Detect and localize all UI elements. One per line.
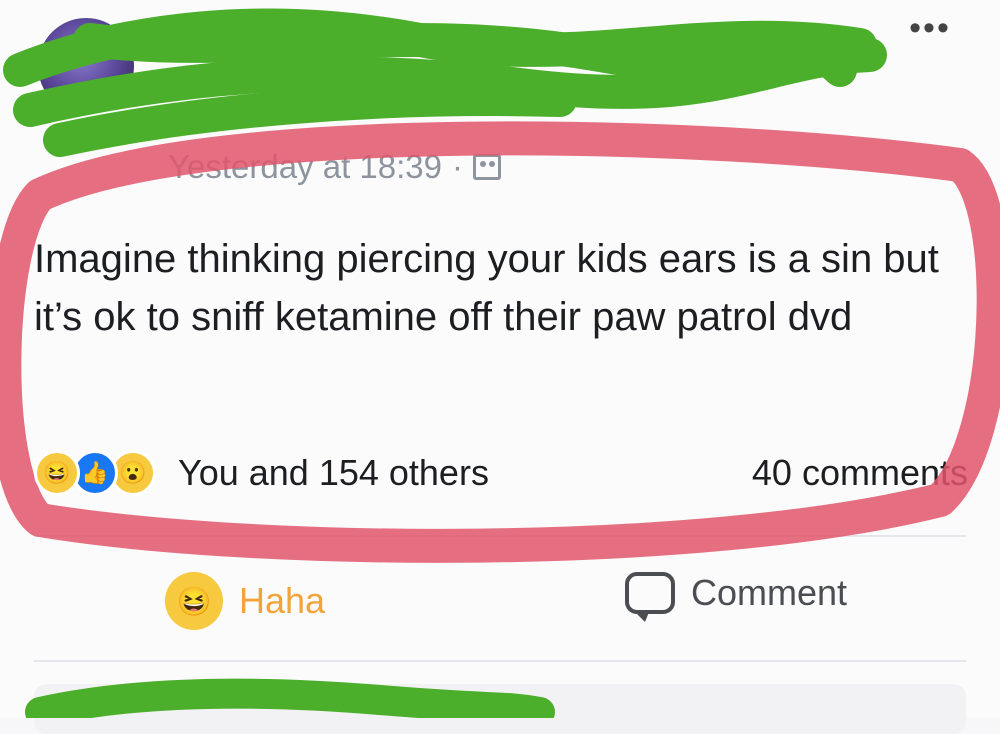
post-card: ••• Yesterday at 18:39 · Imagine thinkin… [0, 0, 1000, 734]
reaction-summary[interactable]: You and 154 others [178, 452, 489, 494]
annotation-overlay [0, 8, 1000, 718]
divider [34, 660, 966, 662]
friends-icon [473, 154, 501, 180]
comment-label: Comment [691, 572, 848, 613]
next-post-preview [34, 684, 966, 734]
more-options-button[interactable]: ••• [895, 11, 965, 48]
comment-bubble-icon [625, 572, 675, 622]
name-redaction-scribble [3, 8, 887, 157]
haha-label: Haha [239, 580, 326, 621]
haha-reaction-button[interactable]: 😆 Haha [165, 572, 325, 630]
post-timestamp[interactable]: Yesterday at 18:39 · [168, 148, 501, 186]
reactions-bar[interactable]: 😆 👍 😮 You and 154 others [34, 450, 489, 496]
timestamp-text: Yesterday at 18:39 [168, 148, 442, 185]
reaction-icons: 😆 👍 😮 [34, 450, 156, 496]
haha-icon: 😆 [165, 572, 223, 630]
haha-icon: 😆 [34, 450, 80, 496]
author-avatar[interactable] [38, 18, 134, 114]
comment-button[interactable]: Comment [625, 572, 848, 622]
divider [34, 535, 966, 537]
timestamp-separator: · [452, 148, 463, 185]
comments-count[interactable]: 40 comments [752, 452, 968, 494]
post-body-text: Imagine thinking piercing your kids ears… [34, 237, 939, 339]
